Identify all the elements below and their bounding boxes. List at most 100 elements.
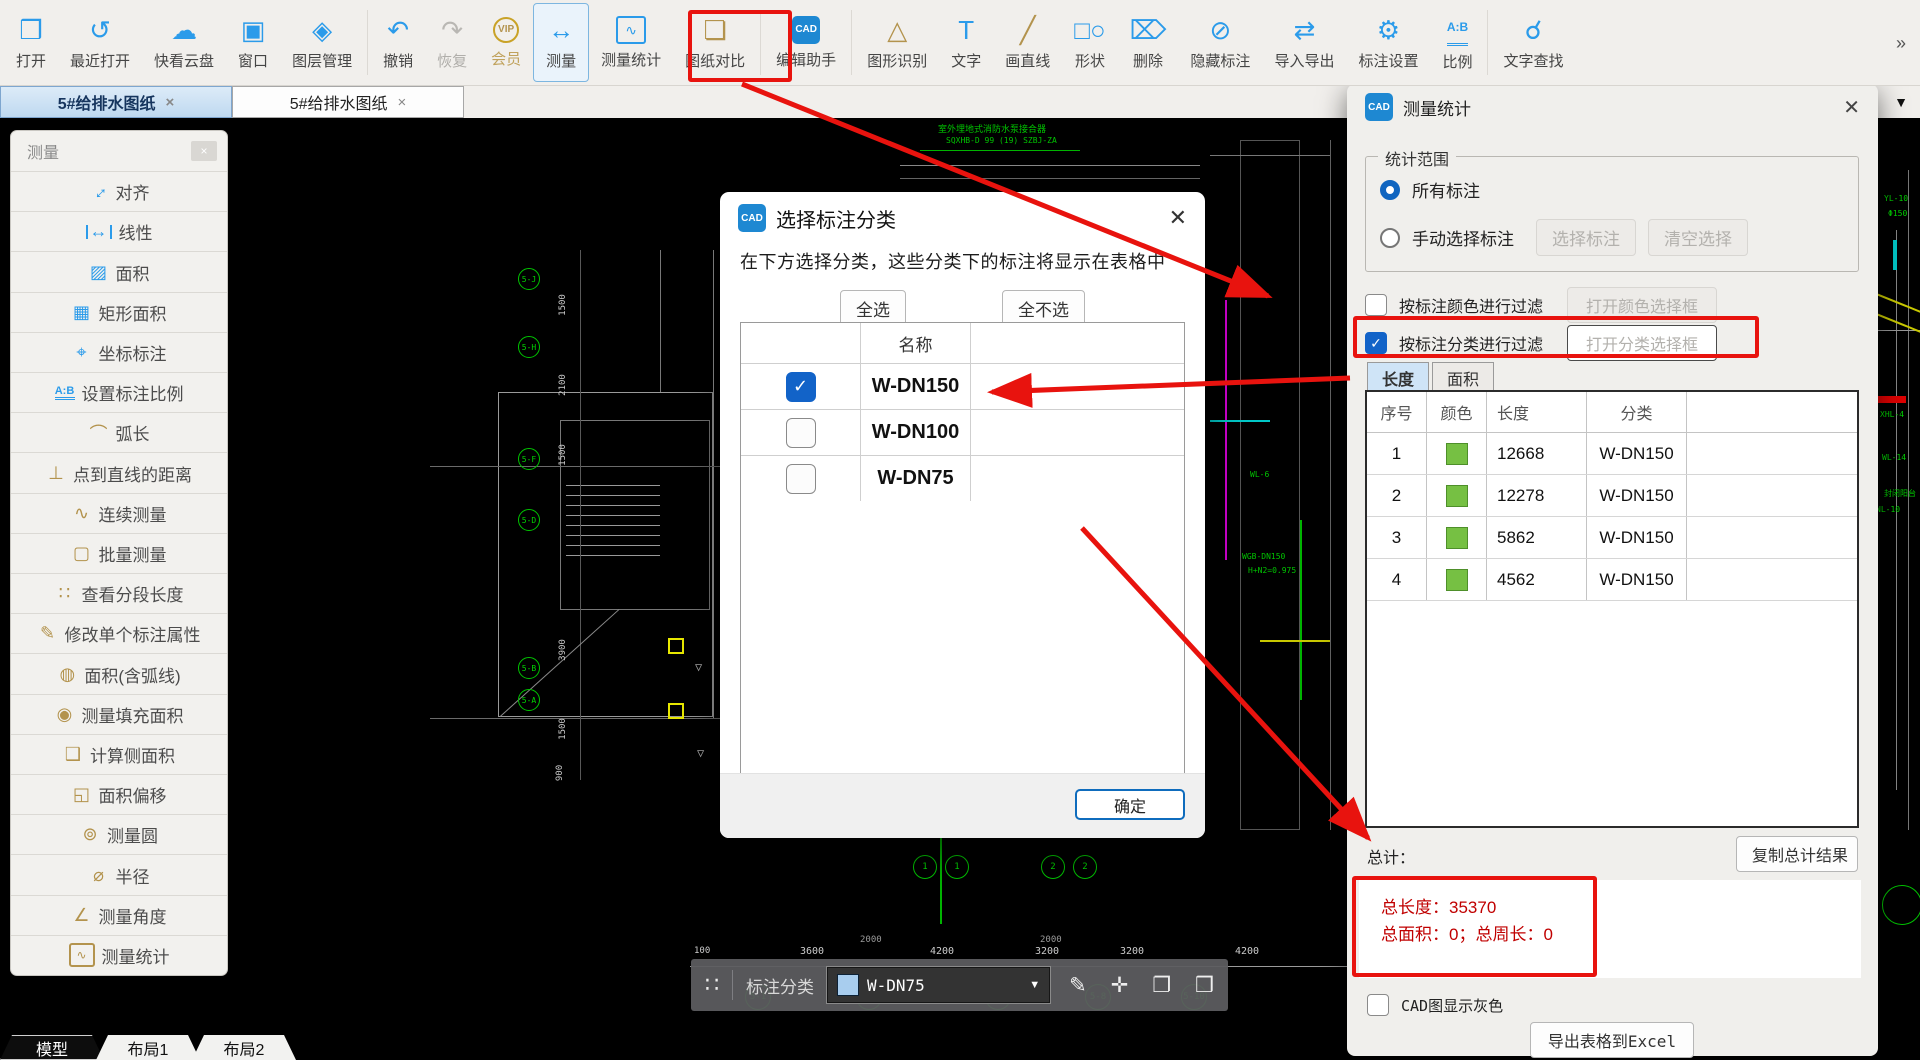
- measure-tool-item[interactable]: ◉ 测量填充面积: [11, 693, 227, 734]
- toolbar-button[interactable]: ↶ 撤销: [371, 0, 425, 85]
- category-checkbox[interactable]: [785, 463, 816, 494]
- stats-table-row[interactable]: 3 5862 W-DN150: [1367, 517, 1857, 559]
- measure-tool-item[interactable]: A:B 设置标注比例: [11, 372, 227, 412]
- measure-tool-label: 测量圆: [107, 827, 158, 847]
- grid-icon[interactable]: ∷: [705, 972, 719, 998]
- scope-all-option[interactable]: 所有标注: [1380, 177, 1480, 202]
- toolbar-button[interactable]: ⊘ 隐藏标注: [1178, 0, 1262, 85]
- toolbar-button[interactable]: ⇄ 导入导出: [1262, 0, 1346, 85]
- measure-tool-item[interactable]: ∿ 测量统计: [11, 934, 227, 975]
- toolbar-button[interactable]: ☌ 文字查找: [1491, 0, 1575, 85]
- toolbar-button[interactable]: ∿ 测量统计: [589, 0, 673, 85]
- radio-unselected-icon[interactable]: [1380, 227, 1400, 248]
- category-checkbox[interactable]: ✓: [785, 371, 816, 402]
- layout-tab-label: 布局1: [127, 1041, 169, 1059]
- document-tab[interactable]: 5#给排水图纸 ×: [232, 86, 464, 118]
- measure-tool-item[interactable]: ∠ 测量角度: [11, 894, 227, 935]
- document-tab[interactable]: 5#给排水图纸 ×: [0, 86, 232, 118]
- copy-icon[interactable]: ❐: [1152, 973, 1171, 998]
- open-selector-button[interactable]: 打开颜色选择框: [1567, 287, 1718, 323]
- toolbar-button[interactable]: A:B 比例: [1430, 0, 1484, 85]
- toolbar-button[interactable]: ◈ 图层管理: [280, 0, 364, 85]
- filter-checkbox[interactable]: ✓: [1365, 332, 1387, 354]
- toolbar-button[interactable]: □○ 形状: [1062, 0, 1117, 85]
- dialog-close-icon[interactable]: ✕: [1169, 205, 1187, 231]
- measure-tool-item[interactable]: ↔ 线性: [11, 211, 227, 251]
- stats-table-row[interactable]: 2 12278 W-DN150: [1367, 475, 1857, 517]
- edit-annotation-icon[interactable]: ✎: [1069, 973, 1087, 998]
- stats-table-row[interactable]: 1 12668 W-DN150: [1367, 433, 1857, 475]
- layout-tab[interactable]: 布局2: [192, 1035, 296, 1060]
- measure-panel-close-icon[interactable]: ×: [191, 141, 217, 161]
- measure-tool-item[interactable]: ◍ 面积(含弧线): [11, 653, 227, 693]
- class-dropdown[interactable]: W-DN75 ▼: [825, 966, 1052, 1004]
- measure-tool-item[interactable]: ✎ 修改单个标注属性: [11, 613, 227, 653]
- tab-close-icon[interactable]: ×: [166, 94, 175, 111]
- chevron-down-icon[interactable]: ▼: [1029, 979, 1040, 991]
- toolbar-button[interactable]: ☁ 快看云盘: [142, 0, 226, 85]
- toolbar-icon: △: [887, 14, 908, 45]
- toolbar-button[interactable]: ↔ 测量: [533, 3, 590, 82]
- measure-tool-item[interactable]: ↔ 对齐: [11, 171, 227, 211]
- cad-gray-option[interactable]: CAD图显示灰色: [1367, 994, 1503, 1016]
- toolbar-icon: ▣: [240, 14, 266, 45]
- tab-list-menu-icon[interactable]: ▼: [1882, 86, 1920, 118]
- cad-gray-checkbox[interactable]: [1367, 994, 1389, 1016]
- measure-tool-item[interactable]: ⌀ 半径: [11, 854, 227, 894]
- measure-tool-item[interactable]: ◱ 面积偏移: [11, 774, 227, 814]
- filter-checkbox[interactable]: [1365, 294, 1387, 316]
- measure-tool-item[interactable]: ⊥ 点到直线的距离: [11, 452, 227, 492]
- toolbar-button[interactable]: T 文字: [939, 0, 993, 85]
- measure-tool-item[interactable]: ▢ 批量测量: [11, 532, 227, 573]
- measure-tool-item[interactable]: ⊚ 测量圆: [11, 814, 227, 854]
- ok-button[interactable]: 确定: [1075, 789, 1185, 820]
- scope-manual-option[interactable]: 手动选择标注 选择标注 清空选择: [1380, 219, 1748, 256]
- toolbar-button[interactable]: ⌦ 删除: [1118, 0, 1179, 85]
- copy-totals-button[interactable]: 复制总计结果: [1736, 836, 1858, 872]
- open-selector-button[interactable]: 打开分类选择框: [1567, 325, 1718, 361]
- toolbar-divider: [760, 10, 762, 75]
- measure-tool-icon: ◍: [59, 663, 76, 684]
- measure-tool-item[interactable]: ∷ 查看分段长度: [11, 573, 227, 613]
- toolbar-button[interactable]: CAD 编辑助手: [764, 0, 848, 85]
- category-row[interactable]: ✓ W-DN150: [741, 363, 1184, 409]
- toolbar-icon: ⚙: [1376, 14, 1401, 45]
- toolbar-button[interactable]: ▣ 窗口: [226, 0, 280, 85]
- toolbar-overflow-icon[interactable]: »: [1886, 33, 1916, 54]
- category-row[interactable]: W-DN75: [741, 455, 1184, 501]
- measure-tool-item[interactable]: ▨ 面积: [11, 251, 227, 291]
- measure-tool-item[interactable]: ∿ 连续测量: [11, 492, 227, 533]
- total-line: 总长度：35370: [1381, 898, 1497, 917]
- radio-selected-icon[interactable]: [1380, 179, 1400, 200]
- clear-selection-button[interactable]: 清空选择: [1648, 219, 1748, 256]
- tab-close-icon[interactable]: ×: [398, 94, 407, 111]
- toolbar-button[interactable]: ╱ 画直线: [993, 0, 1062, 85]
- measure-tool-item[interactable]: ⌒ 弧长: [11, 412, 227, 452]
- layout-tab[interactable]: 布局1: [96, 1035, 200, 1060]
- paste-icon[interactable]: ❒: [1195, 973, 1214, 998]
- cad-line: [668, 703, 684, 719]
- toolbar-icon: ↔: [548, 14, 575, 45]
- category-row[interactable]: W-DN100: [741, 409, 1184, 455]
- category-checkbox[interactable]: [785, 417, 816, 448]
- toolbar-button[interactable]: ❏ 图纸对比: [673, 0, 757, 85]
- cad-label: 1500: [557, 294, 568, 316]
- measure-tool-item[interactable]: ❑ 计算侧面积: [11, 733, 227, 774]
- toolbar-button[interactable]: ⚙ 标注设置: [1346, 0, 1430, 85]
- axis-bubble: 2: [1041, 855, 1065, 879]
- export-excel-button[interactable]: 导出表格到Excel: [1530, 1022, 1694, 1058]
- cad-label: 1500: [557, 444, 568, 466]
- stats-table-row[interactable]: 4 4562 W-DN150: [1367, 559, 1857, 601]
- layout-tab[interactable]: 模型: [0, 1035, 104, 1060]
- toolbar-button[interactable]: VIP 会员: [479, 0, 533, 85]
- toolbar-button[interactable]: ↺ 最近打开: [58, 0, 142, 85]
- toolbar-button[interactable]: ❒ 打开: [4, 0, 58, 85]
- toolbar-button[interactable]: △ 图形识别: [855, 0, 939, 85]
- stats-panel-close-icon[interactable]: ✕: [1843, 95, 1860, 120]
- select-annotations-button[interactable]: 选择标注: [1536, 219, 1636, 256]
- move-icon[interactable]: ✛: [1111, 973, 1129, 998]
- measure-tool-item[interactable]: ▦ 矩形面积: [11, 291, 227, 332]
- toolbar-button[interactable]: ↷ 恢复: [425, 0, 479, 85]
- measure-tool-item[interactable]: ⌖ 坐标标注: [11, 331, 227, 372]
- cad-label: 3600: [800, 946, 825, 957]
